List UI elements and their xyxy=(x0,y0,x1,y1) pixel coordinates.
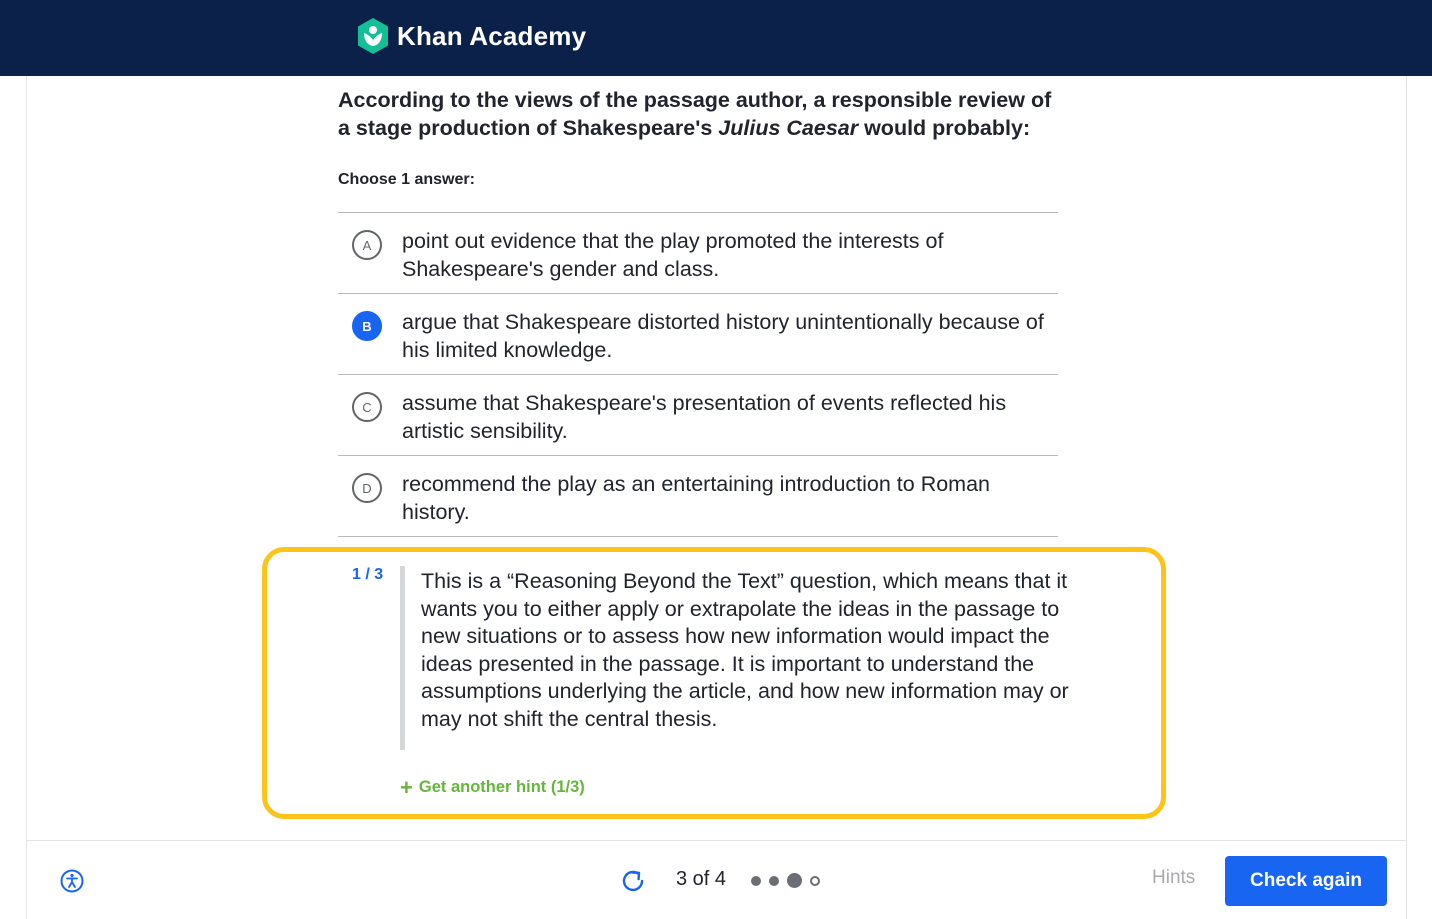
get-another-hint-label: Get another hint (1/3) xyxy=(418,778,585,796)
choice-b-text: argue that Shakespeare distorted history… xyxy=(402,310,1044,362)
get-another-hint-button[interactable]: + Get another hint (1/3) xyxy=(400,774,585,800)
khan-academy-hexagon-logo-icon xyxy=(358,18,388,54)
progress-dot-1 xyxy=(751,875,761,886)
question-prompt-after: would probably: xyxy=(858,116,1031,140)
hint-counter: 1 / 3 xyxy=(352,566,384,583)
question-prompt: According to the views of the passage au… xyxy=(338,86,1058,142)
choice-a-letter: A xyxy=(352,230,382,260)
restart-icon[interactable] xyxy=(619,867,647,895)
progress-dot-4 xyxy=(810,875,820,886)
choice-d-text: recommend the play as an entertaining in… xyxy=(402,472,991,524)
answer-choices: A point out evidence that the play promo… xyxy=(338,212,1058,537)
choice-c-letter: C xyxy=(352,392,382,422)
progress-dots xyxy=(751,873,820,888)
progress-text: 3 of 4 xyxy=(676,868,727,890)
choice-c-text: assume that Shakespeare's presentation o… xyxy=(402,391,1007,443)
check-again-button[interactable]: Check again xyxy=(1225,856,1387,906)
choice-b[interactable]: B argue that Shakespeare distorted histo… xyxy=(338,294,1058,375)
plus-icon: + xyxy=(400,774,413,800)
hint-text: This is a “Reasoning Beyond the Text” qu… xyxy=(421,569,1069,731)
top-navigation-bar: Khan Academy xyxy=(0,0,1432,76)
choice-a-text: point out evidence that the play promote… xyxy=(402,229,944,281)
choice-d[interactable]: D recommend the play as an entertaining … xyxy=(338,456,1058,537)
choice-c[interactable]: C assume that Shakespeare's presentation… xyxy=(338,375,1058,456)
hints-button[interactable]: Hints xyxy=(1152,867,1195,889)
question-prompt-title: Julius Caesar xyxy=(718,116,859,140)
brand-name: Khan Academy xyxy=(397,20,587,51)
khan-academy-logo[interactable]: Khan Academy xyxy=(357,18,586,54)
choice-d-letter: D xyxy=(352,473,382,503)
hint-divider xyxy=(400,566,405,750)
choice-b-letter: B xyxy=(352,311,382,341)
progress-dot-3 xyxy=(787,873,802,888)
answer-instruction: Choose 1 answer: xyxy=(338,171,475,188)
choice-a[interactable]: A point out evidence that the play promo… xyxy=(338,213,1058,294)
accessibility-icon[interactable] xyxy=(60,869,84,893)
progress-dot-2 xyxy=(769,875,779,886)
